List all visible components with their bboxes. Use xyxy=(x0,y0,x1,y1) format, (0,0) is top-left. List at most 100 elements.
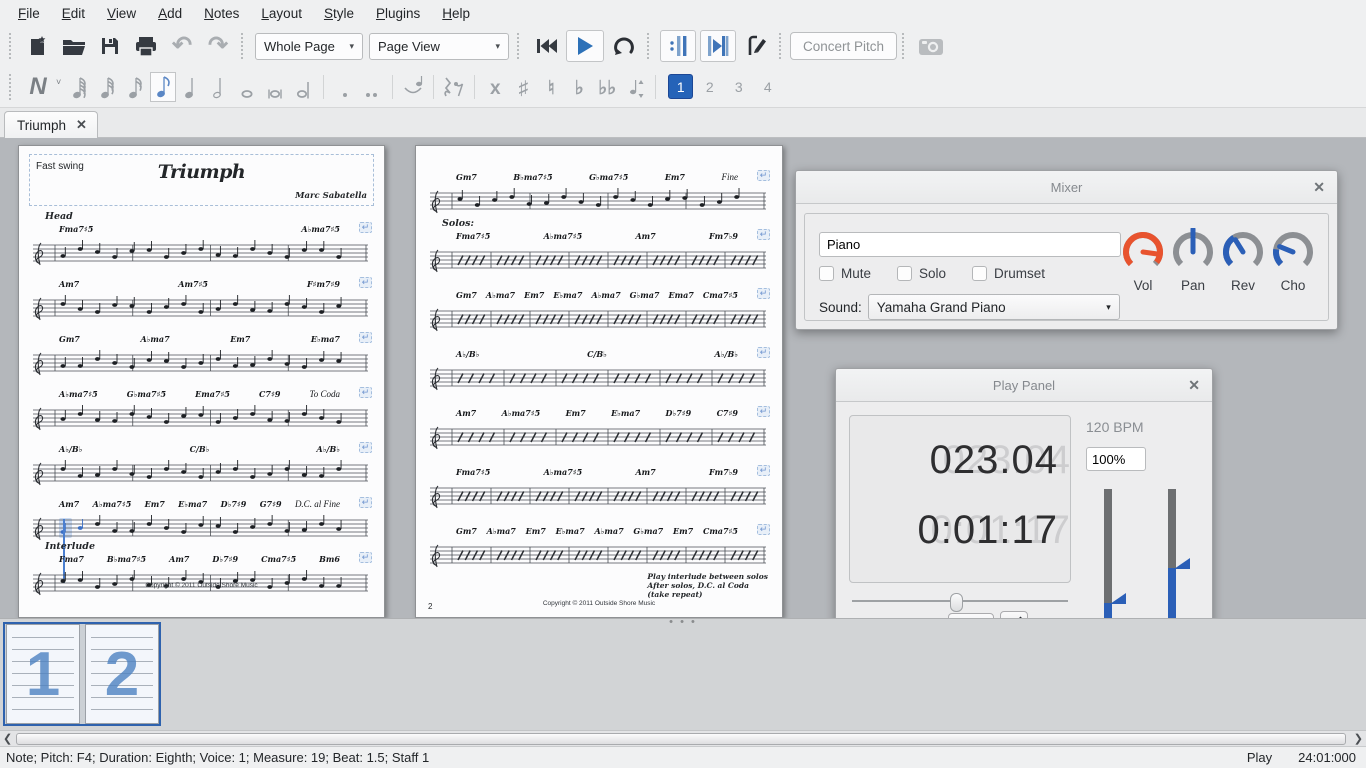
longa-note-button[interactable] xyxy=(290,72,316,102)
solo-checkbox[interactable]: Solo xyxy=(897,266,946,281)
line-break-icon[interactable]: ↵ xyxy=(757,229,770,240)
menu-plugins[interactable]: Plugins xyxy=(366,3,430,24)
sixtyfourth-note-button[interactable] xyxy=(66,72,92,102)
slider-handle[interactable] xyxy=(1174,558,1190,569)
rewind-button[interactable] xyxy=(530,30,562,62)
chord-symbol[interactable]: Em7 xyxy=(524,290,544,301)
thirtysecond-note-button[interactable] xyxy=(94,72,120,102)
rest-button[interactable] xyxy=(441,72,467,102)
staff-system[interactable]: Gm7A♭ma7Em7E♭ma7A♭ma7G♭ma7Em7Cma7♯5↵ xyxy=(426,526,772,571)
slider-handle[interactable] xyxy=(1110,593,1126,604)
natural-button[interactable]: ♮ xyxy=(538,72,564,102)
double-flat-button[interactable]: ♭♭ xyxy=(594,72,620,102)
chord-symbol[interactable]: A♭ma7 xyxy=(486,290,515,301)
augmentation-dot-button[interactable] xyxy=(331,72,357,102)
staff-system[interactable]: Am7Am7♯5F♯m7♯9↵ xyxy=(29,279,374,324)
voice-2-button[interactable]: 2 xyxy=(697,74,722,99)
chord-symbol[interactable]: A♭ma7 xyxy=(487,526,516,537)
navigator-splitter[interactable]: • • • xyxy=(669,619,697,625)
chord-symbol[interactable]: Gm7 xyxy=(456,526,477,537)
chord-symbol[interactable]: E♭ma7 xyxy=(556,526,585,537)
sharp-button[interactable]: ♯ xyxy=(510,72,536,102)
drumset-checkbox[interactable]: Drumset xyxy=(972,266,1045,281)
line-break-icon[interactable]: ↵ xyxy=(757,465,770,476)
chord-symbol[interactable]: A♭ma7♯5 xyxy=(93,499,132,510)
chord-symbol[interactable]: Cma7♯5 xyxy=(703,290,738,301)
chord-symbol[interactable]: A♭ma7♯5 xyxy=(502,408,541,419)
toolbar-drag-handle[interactable] xyxy=(241,33,247,59)
chord-symbol[interactable]: Em7 xyxy=(665,172,685,183)
chord-symbol[interactable]: Gm7 xyxy=(59,334,80,345)
chord-symbol[interactable]: A♭ma7 xyxy=(591,290,620,301)
mixer-titlebar[interactable]: Mixer ✕ xyxy=(796,171,1337,204)
part-name-input[interactable] xyxy=(819,232,1121,257)
chord-symbol[interactable]: Ema7♯5 xyxy=(195,389,230,400)
chord-symbol[interactable]: Cma7♯5 xyxy=(703,526,738,537)
score-page-2[interactable]: Gm7B♭ma7♯5G♭ma7♯5Em7Fine↵Solos:Fma7♯5A♭m… xyxy=(415,145,783,618)
chord-symbol[interactable]: Bm6 xyxy=(319,554,340,565)
score-title[interactable]: Triumph xyxy=(30,161,373,183)
section-label[interactable]: Head xyxy=(45,211,73,222)
tab-triumph[interactable]: Triumph ✕ xyxy=(4,111,98,138)
save-button[interactable] xyxy=(94,30,126,62)
staff-system[interactable]: A♭ma7♯5G♭ma7♯5Ema7♯5C7♯9To Coda↵ xyxy=(29,389,374,434)
voice-1-button[interactable]: 1 xyxy=(668,74,693,99)
chord-symbol[interactable]: E♭ma7 xyxy=(178,499,207,510)
copyright-text[interactable]: Copyright © 2011 Outside Shore Music xyxy=(19,582,384,589)
chord-symbol[interactable]: Am7♯5 xyxy=(178,279,208,290)
chord-symbol[interactable]: A♭ma7♯5 xyxy=(544,467,583,478)
line-break-icon[interactable]: ↵ xyxy=(757,347,770,358)
image-capture-button[interactable] xyxy=(915,30,947,62)
metronome-button[interactable] xyxy=(740,30,772,62)
section-label[interactable]: Solos: xyxy=(442,218,474,229)
chord-symbol[interactable]: G♭ma7♯5 xyxy=(127,389,166,400)
chord-symbol[interactable]: A♭ma7 xyxy=(594,526,623,537)
chord-symbol[interactable]: A♭ma7♯5 xyxy=(59,389,98,400)
position-slider[interactable] xyxy=(852,593,1068,609)
sixteenth-note-button[interactable] xyxy=(122,72,148,102)
close-icon[interactable]: ✕ xyxy=(1313,179,1325,196)
chord-symbol[interactable]: Em7 xyxy=(566,408,586,419)
chord-symbol[interactable]: G7♯9 xyxy=(260,499,282,510)
chord-symbol[interactable]: A♭/B♭ xyxy=(317,444,340,455)
play-panel-titlebar[interactable]: Play Panel ✕ xyxy=(836,369,1212,402)
horizontal-scrollbar[interactable]: ❮ ❯ xyxy=(0,730,1366,746)
line-break-icon[interactable]: ↵ xyxy=(359,277,372,288)
direction-text[interactable]: Fine xyxy=(721,172,738,183)
scrollbar-thumb[interactable] xyxy=(16,733,1346,745)
open-button[interactable] xyxy=(58,30,90,62)
print-button[interactable] xyxy=(130,30,162,62)
line-break-icon[interactable]: ↵ xyxy=(757,406,770,417)
direction-text[interactable]: To Coda xyxy=(310,389,340,400)
chord-symbol[interactable]: Am7 xyxy=(59,279,79,290)
pan-score-button[interactable] xyxy=(700,30,736,62)
staff-system[interactable]: HeadFma7♯5A♭ma7♯5↵ xyxy=(29,224,374,269)
staff-system[interactable]: Gm7B♭ma7♯5G♭ma7♯5Em7Fine↵ xyxy=(426,172,772,217)
direction-text[interactable]: D.C. al Fine xyxy=(295,499,340,510)
toolbar-drag-handle[interactable] xyxy=(779,33,785,59)
chord-symbol[interactable]: C7♯9 xyxy=(259,389,280,400)
chord-symbol[interactable]: Fm7♭9 xyxy=(709,467,738,478)
new-score-button[interactable] xyxy=(22,30,54,62)
chord-symbol[interactable]: A♭/B♭ xyxy=(456,349,479,360)
chord-symbol[interactable]: Em7 xyxy=(230,334,250,345)
mute-checkbox[interactable]: Mute xyxy=(819,266,871,281)
staff-system[interactable]: A♭/B♭C/B♭A♭/B♭↵ xyxy=(426,349,772,394)
staff-system[interactable]: InterludeFma7B♭ma7♯5Am7D♭7♯9Cma7♯5Bm6↵ xyxy=(29,554,374,599)
chord-symbol[interactable]: Fma7♯5 xyxy=(456,231,490,242)
chord-symbol[interactable]: G♭ma7 xyxy=(630,290,660,301)
staff-system[interactable]: Fma7♯5A♭ma7♯5Am7Fm7♭9↵ xyxy=(426,467,772,512)
chorus-knob[interactable]: Cho xyxy=(1268,228,1318,293)
tie-button[interactable] xyxy=(400,72,426,102)
chord-symbol[interactable]: B♭ma7♯5 xyxy=(513,172,552,183)
performance-note[interactable]: Play interlude between solosAfter solos,… xyxy=(647,572,768,599)
scroll-right-icon[interactable]: ❯ xyxy=(1354,732,1363,745)
menu-notes[interactable]: Notes xyxy=(194,3,249,24)
reverb-knob[interactable]: Rev xyxy=(1218,228,1268,293)
flip-direction-button[interactable] xyxy=(622,72,648,102)
view-mode-select[interactable]: Page View▾ xyxy=(369,33,509,60)
eighth-note-button[interactable] xyxy=(150,72,176,102)
staff-system[interactable]: Am7A♭ma7♯5Em7E♭ma7D♭7♯9C7♯9↵ xyxy=(426,408,772,453)
toolbar-drag-handle[interactable] xyxy=(902,33,908,59)
line-break-icon[interactable]: ↵ xyxy=(359,552,372,563)
